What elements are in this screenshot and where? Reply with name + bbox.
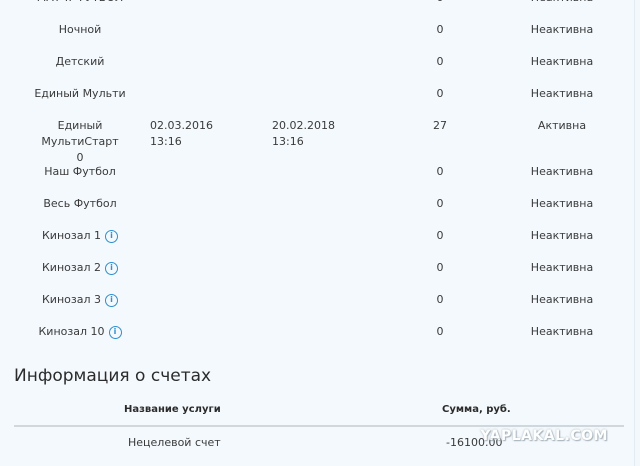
watermark-logo: YAPLAKAL.COM bbox=[480, 428, 608, 444]
subscription-name: МАТЧ! ФУТБОЛ bbox=[20, 0, 140, 6]
subscription-name: Единый МультиСтарт 0 bbox=[41, 119, 119, 164]
subscription-count: 0 bbox=[436, 229, 444, 242]
accounts-header-divider bbox=[14, 425, 624, 427]
subscription-row: МАТЧ! ФУТБОЛ 0 Неактивна bbox=[0, 0, 634, 22]
subscription-status: Неактивна bbox=[530, 229, 594, 242]
subscription-row: Кинозал 1 i 0 Неактивна bbox=[0, 228, 634, 260]
accounts-header-service: Название услуги bbox=[124, 404, 221, 415]
subscription-count: 0 bbox=[436, 197, 444, 210]
subscription-status: Неактивна bbox=[520, 0, 604, 6]
subscription-name-cell: Кинозал 2 i bbox=[20, 260, 140, 276]
subscription-count: 0 bbox=[436, 23, 444, 36]
subscription-status: Неактивна bbox=[530, 293, 594, 306]
subscription-count: 0 bbox=[436, 165, 444, 178]
subscription-name: Кинозал 3 bbox=[42, 293, 101, 306]
subscription-status: Неактивна bbox=[530, 165, 594, 178]
subscription-row: Кинозал 10 i 0 Неактивна bbox=[0, 324, 634, 356]
subscription-count: 0 bbox=[420, 0, 460, 6]
subscription-start-date: 02.03.2016 13:16 bbox=[150, 119, 213, 148]
subscription-row: Ночной 0 Неактивна bbox=[0, 22, 634, 54]
subscription-row: Весь Футбол 0 Неактивна bbox=[0, 196, 634, 228]
subscription-row: Единый МультиСтарт 0 02.03.2016 13:16 20.0… bbox=[0, 118, 634, 164]
subscription-count: 0 bbox=[436, 55, 444, 68]
subscription-status: Неактивна bbox=[530, 197, 594, 210]
subscription-name: Весь Футбол bbox=[43, 197, 117, 210]
subscription-name: Детский bbox=[55, 55, 105, 68]
info-icon[interactable]: i bbox=[105, 293, 118, 307]
subscription-row: Кинозал 2 i 0 Неактивна bbox=[0, 260, 634, 292]
accounts-header-amount: Сумма, руб. bbox=[442, 404, 511, 415]
subscription-row: Единый Мульти 0 Неактивна bbox=[0, 86, 634, 118]
info-icon[interactable]: i bbox=[108, 325, 122, 339]
info-icon[interactable]: i bbox=[105, 261, 118, 275]
subscription-count: 27 bbox=[433, 119, 447, 132]
account-service-name: Нецелевой счет bbox=[128, 436, 221, 449]
subscription-name: Ночной bbox=[58, 23, 102, 36]
subscription-name: Единый Мульти bbox=[34, 87, 126, 100]
subscription-name: Кинозал 1 bbox=[42, 229, 101, 242]
subscription-status: Неактивна bbox=[530, 23, 594, 36]
subscription-name-cell: Кинозал 1 i bbox=[20, 228, 140, 244]
subscription-name: Кинозал 10 bbox=[38, 325, 105, 338]
subscription-status: Неактивна bbox=[530, 261, 594, 274]
subscription-row: Кинозал 3 i 0 Неактивна bbox=[0, 292, 634, 324]
subscription-row: Наш Футбол 0 Неактивна bbox=[0, 164, 634, 196]
accounts-section-title: Информация о счетах bbox=[14, 366, 212, 386]
subscription-name: Наш Футбол bbox=[44, 165, 116, 178]
subscription-status: Неактивна bbox=[530, 55, 594, 68]
subscription-status: Неактивна bbox=[530, 87, 594, 100]
subscription-count: 0 bbox=[436, 261, 444, 274]
subscription-count: 0 bbox=[436, 325, 444, 338]
subscription-row: Детский 0 Неактивна bbox=[0, 54, 634, 86]
subscriptions-panel: МАТЧ! ФУТБОЛ0НеактивнаНочной0НеактивнаДе… bbox=[0, 0, 635, 466]
subscription-status: Неактивна bbox=[530, 325, 594, 338]
subscription-name-cell: Кинозал 10 i bbox=[20, 324, 140, 340]
subscription-name-cell: Кинозал 3 i bbox=[20, 292, 140, 308]
subscription-end-date: 20.02.2018 13:16 bbox=[272, 119, 335, 148]
subscription-count: 0 bbox=[436, 293, 444, 306]
subscription-count: 0 bbox=[436, 87, 444, 100]
info-icon[interactable]: i bbox=[105, 229, 118, 243]
subscription-status: Активна bbox=[537, 119, 587, 132]
subscription-name: Кинозал 2 bbox=[42, 261, 101, 274]
